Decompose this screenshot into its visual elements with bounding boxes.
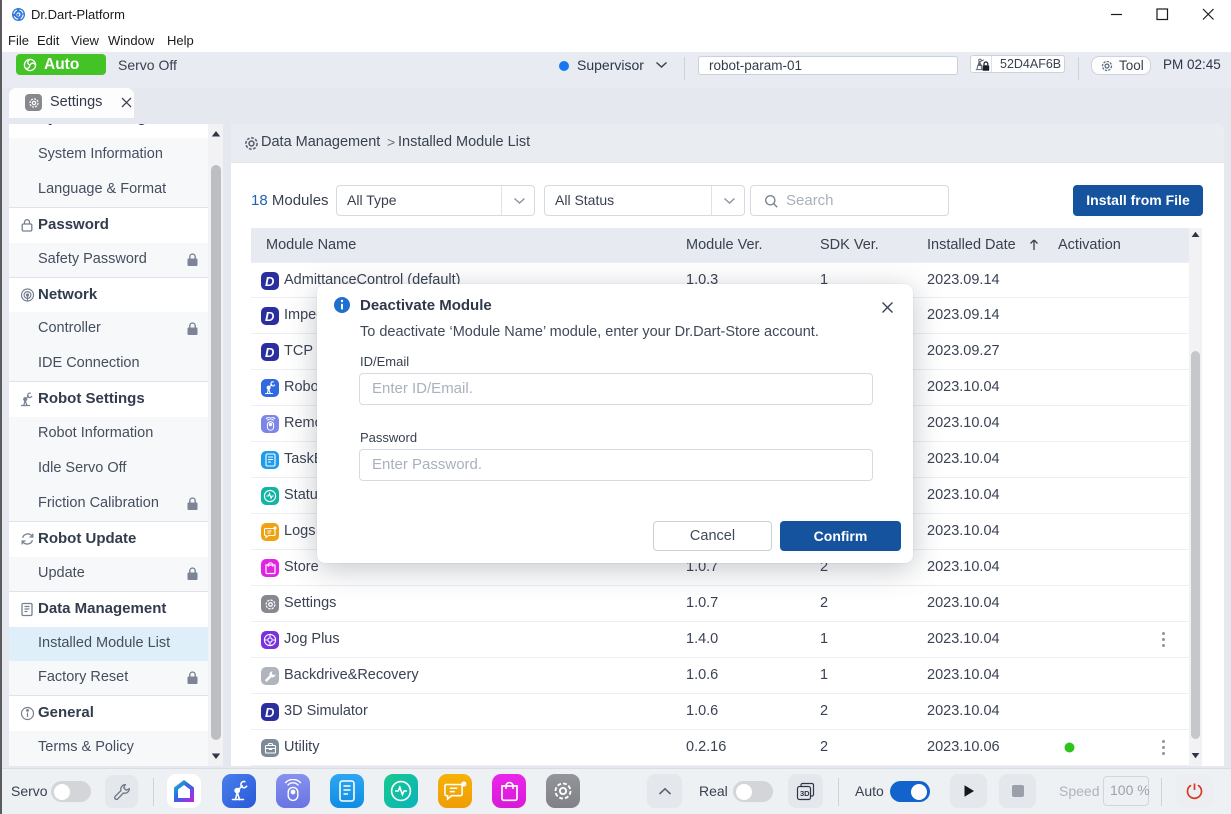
svg-text:3D: 3D xyxy=(800,789,810,798)
